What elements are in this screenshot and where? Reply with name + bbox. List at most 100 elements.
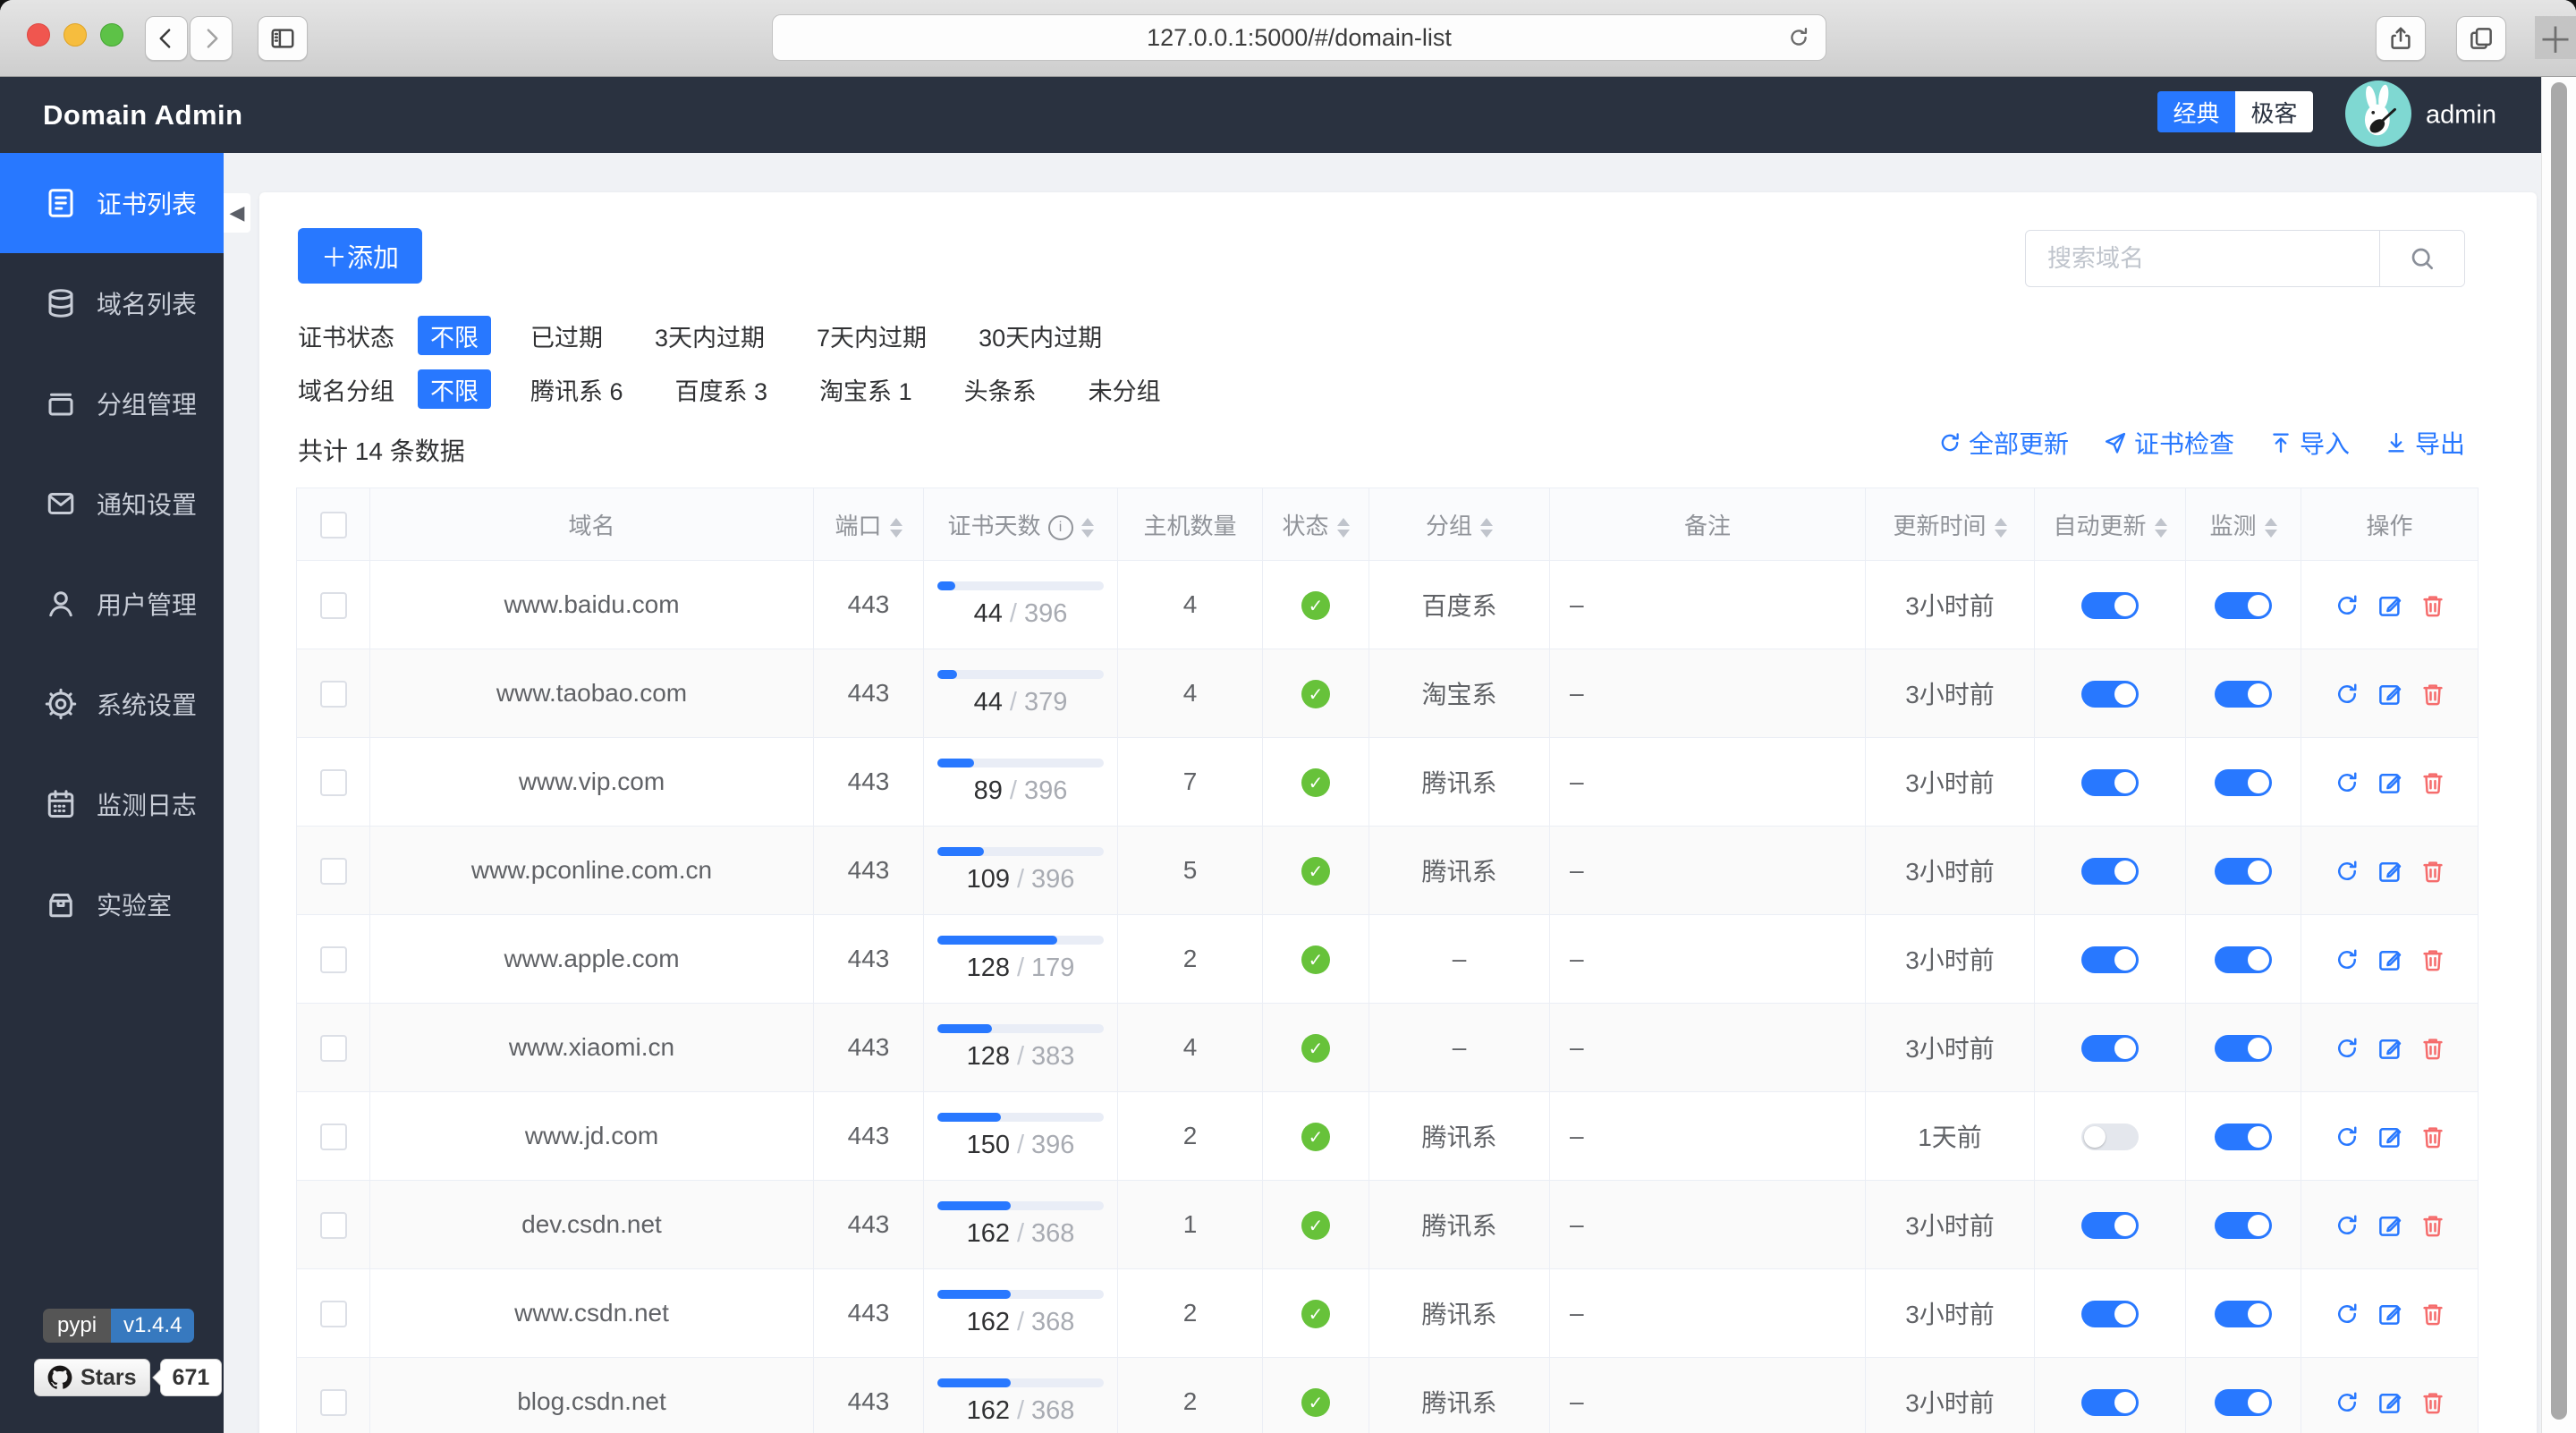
monitor-toggle[interactable] [2215,1212,2272,1240]
monitor-toggle[interactable] [2215,1389,2272,1417]
row-delete-icon[interactable] [2419,769,2446,796]
row-checkbox[interactable] [319,1389,347,1417]
row-edit-icon[interactable] [2377,769,2403,796]
cert-status-option[interactable]: 已过期 [518,316,615,355]
add-button[interactable]: ＋添加 [298,228,423,284]
theme-geek-button[interactable]: 极客 [2235,91,2313,132]
sort-caret[interactable] [2154,517,2167,538]
zoom-window-button[interactable] [100,23,123,47]
monitor-toggle[interactable] [2215,858,2272,886]
browser-sidebar-button[interactable] [258,16,308,61]
sidebar-item-monitor-log[interactable]: 监测日志 [0,754,224,854]
row-edit-icon[interactable] [2377,858,2403,885]
update-all-link[interactable]: 全部更新 [1937,425,2069,461]
monitor-toggle[interactable] [2215,1035,2272,1063]
username[interactable]: admin [2426,100,2496,130]
sort-caret[interactable] [1480,517,1493,538]
row-refresh-icon[interactable] [2334,1035,2360,1062]
row-refresh-icon[interactable] [2334,681,2360,708]
row-delete-icon[interactable] [2419,858,2446,885]
scrollbar-thumb[interactable] [2551,82,2567,1420]
search-button[interactable] [2379,231,2464,286]
row-checkbox[interactable] [319,946,347,974]
auto-update-toggle[interactable] [2081,681,2139,708]
sort-caret[interactable] [889,517,902,538]
row-refresh-icon[interactable] [2334,1212,2360,1239]
sidebar-item-notify[interactable]: 通知设置 [0,454,224,554]
row-edit-icon[interactable] [2377,1301,2403,1327]
row-refresh-icon[interactable] [2334,769,2360,796]
row-checkbox[interactable] [319,1212,347,1240]
sort-caret[interactable] [1994,517,2007,538]
row-edit-icon[interactable] [2377,681,2403,708]
row-edit-icon[interactable] [2377,1212,2403,1239]
sidebar-item-cert-list[interactable]: 证书列表 [0,153,224,253]
row-checkbox[interactable] [319,681,347,708]
new-tab-button[interactable]: ＋ [2535,16,2576,61]
github-stars-badge[interactable]: Stars 671 [34,1359,223,1396]
import-link[interactable]: 导入 [2268,425,2350,461]
row-checkbox[interactable] [319,1301,347,1328]
browser-tabs-button[interactable] [2456,16,2506,61]
address-bar[interactable]: 127.0.0.1:5000/#/domain-list [772,14,1826,61]
row-checkbox[interactable] [319,1124,347,1151]
row-refresh-icon[interactable] [2334,946,2360,973]
domain-group-option[interactable]: 未分组 [1076,369,1174,409]
domain-group-option[interactable]: 淘宝系 1 [807,369,925,409]
row-delete-icon[interactable] [2419,1389,2446,1416]
row-delete-icon[interactable] [2419,1301,2446,1327]
row-edit-icon[interactable] [2377,1389,2403,1416]
cert-status-option[interactable]: 不限 [418,316,491,355]
sort-caret[interactable] [2264,517,2277,538]
browser-forward-button[interactable] [190,16,233,61]
row-delete-icon[interactable] [2419,1035,2446,1062]
row-refresh-icon[interactable] [2334,1124,2360,1150]
sort-caret[interactable] [1336,517,1350,538]
browser-back-button[interactable] [145,16,188,61]
auto-update-toggle[interactable] [2081,1389,2139,1417]
row-edit-icon[interactable] [2377,1124,2403,1150]
row-checkbox[interactable] [319,769,347,797]
reload-icon[interactable] [1786,25,1811,50]
auto-update-toggle[interactable] [2081,592,2139,620]
pypi-badge[interactable]: pypi v1.4.4 [43,1309,195,1343]
row-refresh-icon[interactable] [2334,858,2360,885]
minimize-window-button[interactable] [64,23,87,47]
row-delete-icon[interactable] [2419,592,2446,619]
select-all-checkbox[interactable] [319,512,347,539]
scrollbar-track[interactable] [2541,77,2576,1433]
collapse-sidebar-tab[interactable]: ◀ [224,193,250,233]
auto-update-toggle[interactable] [2081,769,2139,797]
row-edit-icon[interactable] [2377,592,2403,619]
row-delete-icon[interactable] [2419,946,2446,973]
sidebar-item-group-manage[interactable]: 分组管理 [0,353,224,454]
monitor-toggle[interactable] [2215,592,2272,620]
row-delete-icon[interactable] [2419,681,2446,708]
export-link[interactable]: 导出 [2384,425,2465,461]
row-edit-icon[interactable] [2377,946,2403,973]
monitor-toggle[interactable] [2215,769,2272,797]
auto-update-toggle[interactable] [2081,1301,2139,1328]
domain-group-option[interactable]: 头条系 [952,369,1049,409]
row-checkbox[interactable] [319,592,347,620]
row-refresh-icon[interactable] [2334,1301,2360,1327]
domain-group-option[interactable]: 百度系 3 [663,369,781,409]
theme-classic-button[interactable]: 经典 [2157,91,2235,132]
row-delete-icon[interactable] [2419,1212,2446,1239]
row-delete-icon[interactable] [2419,1124,2446,1150]
browser-share-button[interactable] [2376,16,2426,61]
github-stars-button[interactable]: Stars [34,1359,150,1396]
auto-update-toggle[interactable] [2081,1212,2139,1240]
cert-status-option[interactable]: 3天内过期 [642,316,777,355]
sidebar-item-user-manage[interactable]: 用户管理 [0,554,224,654]
cert-status-option[interactable]: 30天内过期 [966,316,1114,355]
auto-update-toggle[interactable] [2081,1124,2139,1151]
sidebar-item-lab[interactable]: 实验室 [0,854,224,954]
close-window-button[interactable] [27,23,50,47]
info-icon[interactable]: i [1047,514,1073,540]
row-checkbox[interactable] [319,858,347,886]
monitor-toggle[interactable] [2215,681,2272,708]
auto-update-toggle[interactable] [2081,858,2139,886]
monitor-toggle[interactable] [2215,1124,2272,1151]
cert-status-option[interactable]: 7天内过期 [804,316,939,355]
